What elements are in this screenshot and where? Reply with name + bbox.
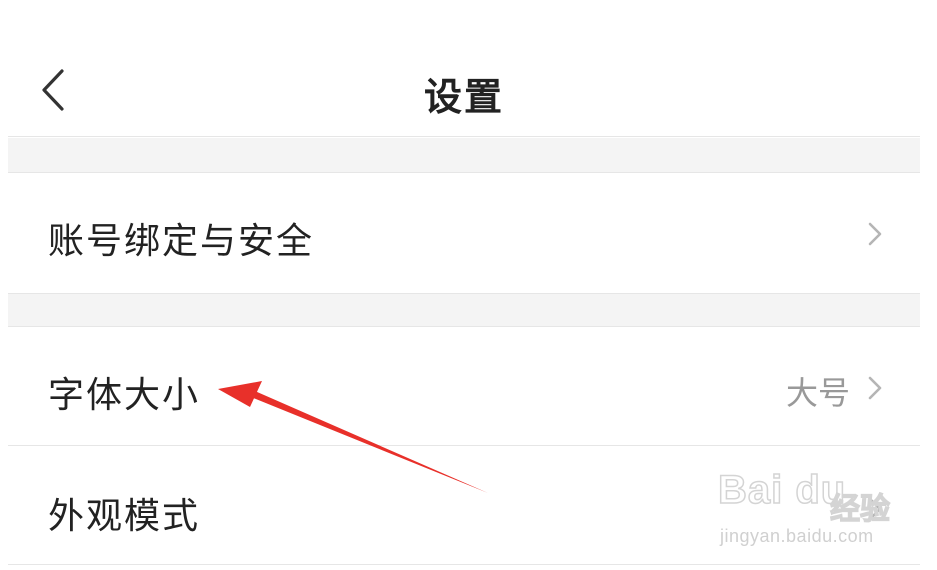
section-gap <box>8 293 920 327</box>
chevron-right-icon <box>868 376 882 400</box>
settings-item-label: 字体大小 <box>48 375 201 416</box>
chevron-right-icon <box>868 497 882 521</box>
settings-item-font-size[interactable]: 字体大小 大号 <box>8 328 920 446</box>
chevron-right-icon <box>868 222 882 246</box>
settings-item-label: 外观模式 <box>48 496 201 537</box>
settings-screen: 设置 账号绑定与安全 字体大小 大号 外观模式 <box>8 0 920 570</box>
page-title: 设置 <box>423 75 504 119</box>
navigation-bar: 设置 <box>8 0 920 137</box>
settings-item-appearance-mode[interactable]: 外观模式 <box>8 447 920 565</box>
settings-item-account-security[interactable]: 账号绑定与安全 <box>8 174 920 292</box>
section-gap <box>8 138 920 173</box>
settings-item-value: 大号 <box>785 374 850 412</box>
settings-item-label: 账号绑定与安全 <box>48 221 315 262</box>
